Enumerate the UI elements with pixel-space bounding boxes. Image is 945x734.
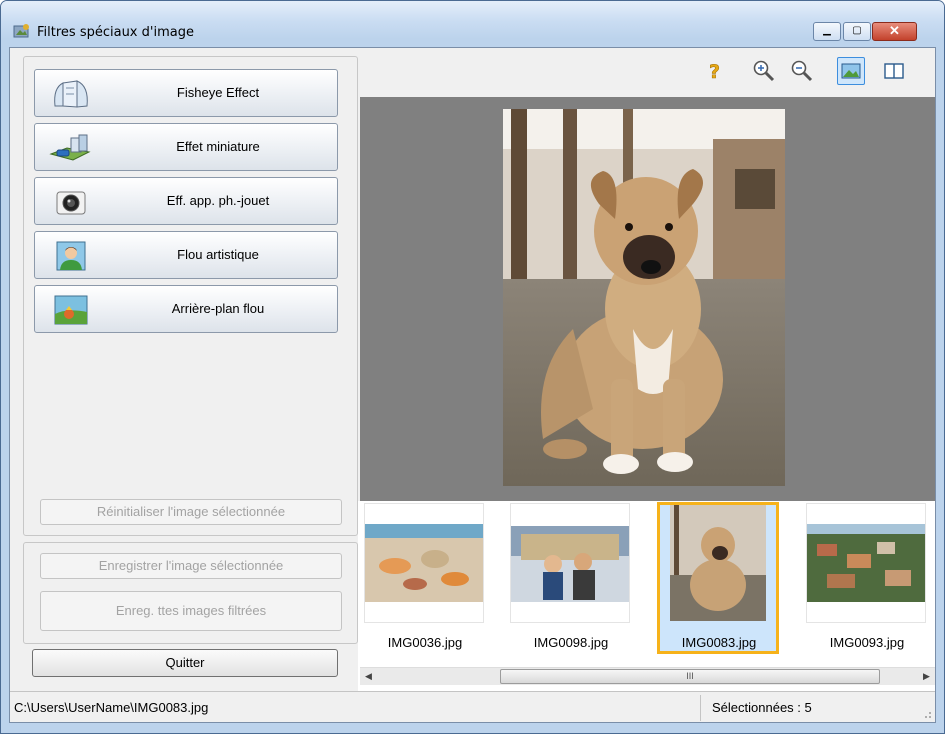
- thumbnail-image: [670, 505, 766, 621]
- view-toolbar: ?: [360, 49, 935, 89]
- svg-text:?: ?: [709, 61, 720, 83]
- scroll-left-arrow-icon[interactable]: ◀: [360, 668, 377, 685]
- save-all-filtered-button[interactable]: Enreg. ttes images filtrées: [40, 591, 342, 631]
- thumbnail-caption: IMG0098.jpg: [533, 635, 609, 650]
- status-bar: C:\Users\UserName\IMG0083.jpg Sélectionn…: [10, 691, 935, 722]
- thumbnail-scrollbar[interactable]: ◀ III ▶: [360, 667, 935, 685]
- save-panel: Enregistrer l'image sélectionnée Enreg. …: [23, 542, 358, 644]
- filter-label: Arrière-plan flou: [171, 301, 265, 316]
- scrollbar-thumb[interactable]: III: [500, 669, 880, 684]
- thumbnail-image: [807, 524, 925, 602]
- thumbnail-caption: IMG0093.jpg: [829, 635, 905, 650]
- thumbnail-image: [365, 524, 483, 602]
- status-divider: [700, 695, 701, 721]
- filter-label: Flou artistique: [177, 247, 259, 262]
- minimize-button[interactable]: ▁: [813, 22, 841, 41]
- help-icon[interactable]: ?: [700, 57, 728, 85]
- miniature-icon: [49, 134, 91, 161]
- close-button[interactable]: ✕: [872, 22, 917, 41]
- resize-grip-icon[interactable]: [922, 709, 932, 719]
- title-bar[interactable]: Filtres spéciaux d'image ▁ ▢ ✕: [1, 1, 944, 41]
- preview-image[interactable]: [360, 97, 935, 501]
- window-title: Filtres spéciaux d'image: [37, 25, 194, 40]
- fisheye-icon: [54, 80, 88, 108]
- thumbnail-item[interactable]: IMG0098.jpg: [508, 501, 634, 661]
- thumbnail-frame: [806, 503, 926, 623]
- filter-panel: Fisheye Effect Effet miniature Eff. app.…: [23, 56, 358, 536]
- thumbnail-item-selected[interactable]: IMG0083.jpg: [656, 501, 782, 661]
- thumbnail-image: [511, 526, 629, 602]
- thumbnail-strip: IMG0036.jpg IMG0098.jpg IMG0083.jpg IMG0…: [358, 501, 935, 692]
- miniature-effect-button[interactable]: Effet miniature: [34, 123, 338, 171]
- file-path-status: C:\Users\UserName\IMG0083.jpg: [14, 700, 209, 715]
- app-icon: [13, 24, 29, 38]
- filter-label: Effet miniature: [176, 139, 260, 154]
- single-view-icon: [841, 63, 861, 79]
- maximize-button[interactable]: ▢: [843, 22, 871, 41]
- image-preview-area: [360, 97, 935, 501]
- zoom-in-icon[interactable]: [750, 57, 778, 85]
- thumbnail-frame: [657, 502, 779, 654]
- compare-view-icon[interactable]: [880, 57, 908, 85]
- filter-label: Eff. app. ph.-jouet: [166, 193, 270, 208]
- thumbnail-frame: [510, 503, 630, 623]
- save-selected-button[interactable]: Enregistrer l'image sélectionnée: [40, 553, 342, 579]
- blur-background-button[interactable]: Arrière-plan flou: [34, 285, 338, 333]
- thumbnail-caption: IMG0036.jpg: [387, 635, 463, 650]
- reset-image-button[interactable]: Réinitialiser l'image sélectionnée: [40, 499, 342, 525]
- filter-label: Fisheye Effect: [176, 85, 260, 100]
- toy-camera-button[interactable]: Eff. app. ph.-jouet: [34, 177, 338, 225]
- selected-count-status: Sélectionnées : 5: [712, 700, 812, 715]
- thumbnail-item[interactable]: IMG0036.jpg: [362, 501, 488, 661]
- soft-focus-button[interactable]: Flou artistique: [34, 231, 338, 279]
- single-view-toggle[interactable]: [837, 57, 865, 85]
- soft-focus-icon: [56, 241, 86, 271]
- app-window: Filtres spéciaux d'image ▁ ▢ ✕ Fisheye E…: [0, 0, 945, 734]
- scroll-right-arrow-icon[interactable]: ▶: [918, 668, 935, 685]
- toy-camera-icon: [56, 191, 86, 215]
- thumbnail-item[interactable]: IMG0093.jpg: [804, 501, 930, 661]
- thumbnail-frame: [364, 503, 484, 623]
- quit-button[interactable]: Quitter: [32, 649, 338, 677]
- zoom-out-icon[interactable]: [788, 57, 816, 85]
- client-area: Fisheye Effect Effet miniature Eff. app.…: [9, 47, 936, 723]
- thumbnail-caption: IMG0083.jpg: [681, 635, 757, 650]
- blur-background-icon: [54, 295, 88, 325]
- fisheye-effect-button[interactable]: Fisheye Effect: [34, 69, 338, 117]
